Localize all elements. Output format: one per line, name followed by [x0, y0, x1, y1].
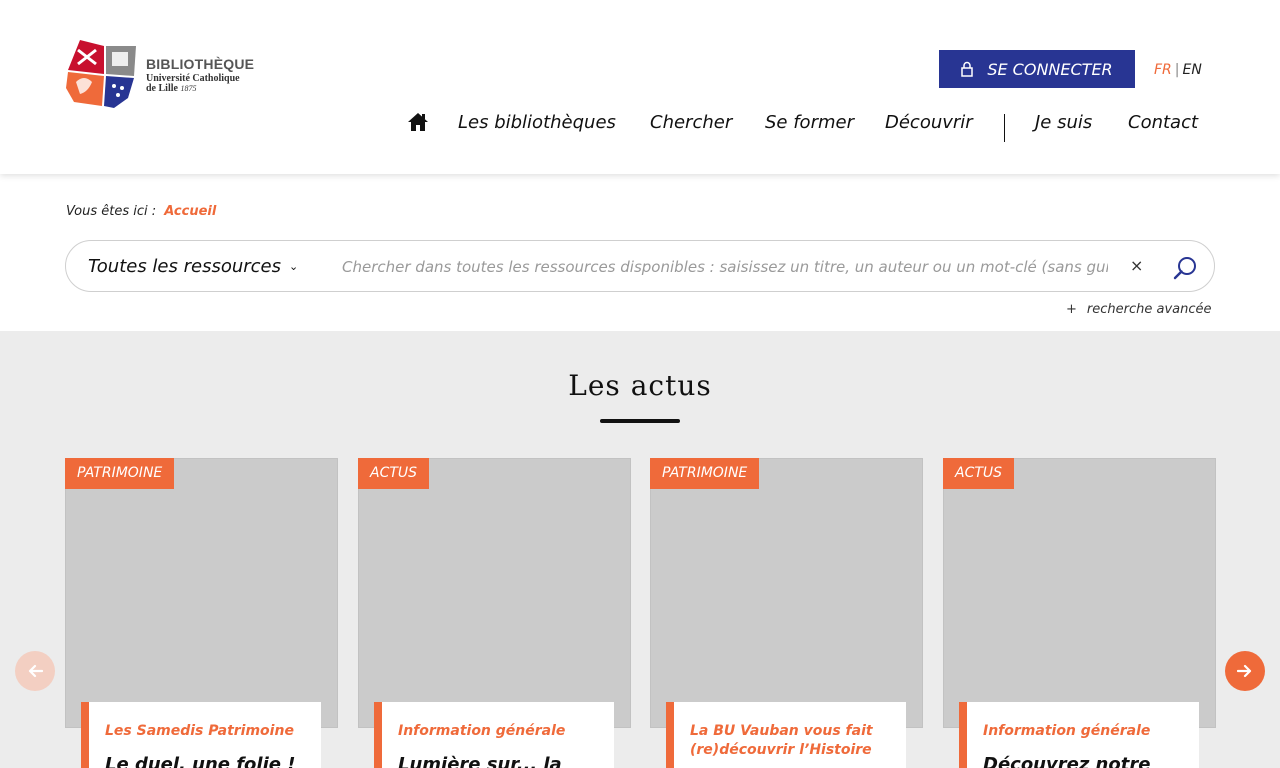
news-card-image[interactable] [358, 458, 631, 728]
library-logo[interactable]: BIBLIOTHÈQUE Université Catholique de Li… [66, 40, 266, 110]
breadcrumb: Vous êtes ici : Accueil [66, 204, 216, 219]
news-card[interactable]: La BU Vauban vous fait (re)découvrir l’H… [666, 702, 906, 768]
news-card-image[interactable] [65, 458, 338, 728]
nav-item-libraries[interactable]: Les bibliothèques [458, 112, 616, 133]
search-scope-label: Toutes les ressources [88, 256, 281, 277]
lock-icon [961, 61, 974, 77]
news-card[interactable]: Information générale Découvrez notre [959, 702, 1199, 768]
news-card-headline: Le duel, une folie ! [105, 754, 296, 768]
logo-title: BIBLIOTHÈQUE [146, 56, 255, 72]
carousel-prev-button[interactable] [15, 651, 55, 691]
nav-item-contact[interactable]: Contact [1128, 112, 1198, 133]
university-shield-icon [66, 40, 136, 108]
login-label: SE CONNECTER [987, 59, 1113, 79]
advanced-search-label: recherche avancée [1086, 302, 1212, 317]
nav-item-i-am[interactable]: Je suis [1035, 112, 1092, 133]
breadcrumb-prefix: Vous êtes ici : [66, 204, 157, 219]
logo-year: 1875 [180, 84, 197, 93]
plus-icon: + [1066, 302, 1077, 317]
breadcrumb-home-link[interactable]: Accueil [164, 204, 216, 219]
news-title: Les actus [568, 369, 712, 402]
nav-item-search[interactable]: Chercher [650, 112, 732, 133]
search-scope-select[interactable]: Toutes les ressources ⌄ [88, 256, 298, 277]
language-switcher: FR | EN [1154, 62, 1202, 78]
news-card-headline: Lumière sur... la [398, 754, 562, 768]
news-card-tag: ACTUS [358, 458, 430, 489]
search-input[interactable] [342, 255, 1108, 279]
news-card-tag: PATRIMOINE [650, 458, 760, 489]
news-card-headline: Découvrez notre [983, 754, 1151, 768]
chevron-down-icon: ⌄ [289, 260, 299, 273]
search-icon[interactable] [1172, 255, 1198, 281]
news-card-category: Les Samedis Patrimoine [105, 723, 294, 739]
news-card-category: La BU Vauban vous fait (re)découvrir l’H… [690, 723, 873, 758]
home-icon[interactable] [407, 112, 429, 136]
nav-item-training[interactable]: Se former [765, 112, 854, 133]
news-card-tag: ACTUS [943, 458, 1015, 489]
logo-city: de Lille 1875 [146, 83, 197, 94]
news-card-category: Information générale [983, 723, 1151, 739]
lang-en-link[interactable]: EN [1183, 62, 1202, 78]
search-bar: Toutes les ressources ⌄ × [65, 240, 1215, 292]
title-underline [600, 419, 680, 423]
advanced-search-link[interactable]: + recherche avancée [1066, 302, 1212, 317]
nav-item-discover[interactable]: Découvrir [885, 112, 973, 133]
news-card[interactable]: Les Samedis Patrimoine Le duel, une foli… [81, 702, 321, 768]
arrow-left-icon [28, 664, 43, 678]
news-card-image[interactable] [943, 458, 1216, 728]
news-card[interactable]: Information générale Lumière sur... la [374, 702, 614, 768]
site-header: BIBLIOTHÈQUE Université Catholique de Li… [0, 0, 1280, 174]
news-card-category: Information générale [398, 723, 566, 739]
news-card-image[interactable] [650, 458, 923, 728]
arrow-right-icon [1237, 664, 1252, 678]
carousel-next-button[interactable] [1225, 651, 1265, 691]
news-card-tag: PATRIMOINE [65, 458, 175, 489]
login-button[interactable]: SE CONNECTER [939, 50, 1135, 88]
clear-search-icon[interactable]: × [1130, 256, 1143, 275]
nav-divider [1004, 114, 1005, 142]
lang-fr-link[interactable]: FR [1154, 62, 1172, 78]
lang-separator: | [1174, 62, 1180, 78]
news-section: Les actus PATRIMOINE Les Samedis Patrimo… [0, 331, 1280, 768]
